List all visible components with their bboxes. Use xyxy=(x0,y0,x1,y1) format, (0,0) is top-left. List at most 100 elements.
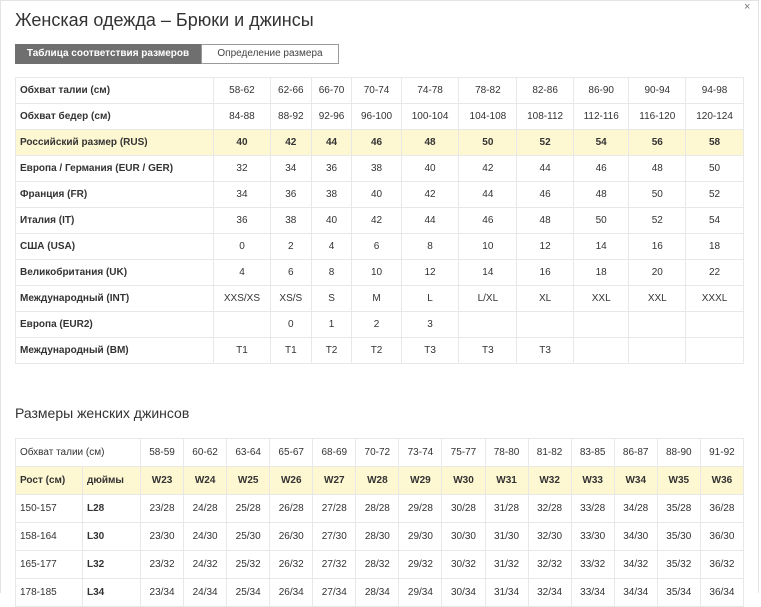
waist-cell: 75-77 xyxy=(441,438,486,467)
table-cell: 66-70 xyxy=(310,77,353,104)
table-cell xyxy=(572,337,630,364)
table-cell: 34/30 xyxy=(613,522,658,551)
table-cell: 40 xyxy=(400,155,460,182)
tab-size-table[interactable]: Таблица соответствия размеров xyxy=(15,44,201,64)
table-row: Европа (EUR2) 0 1 2 3 xyxy=(15,311,744,338)
table-cell: 84-88 xyxy=(213,103,271,130)
waist-label: Обхват талии (см) xyxy=(15,438,141,467)
table-cell: 44 xyxy=(310,129,353,156)
table-cell: 44 xyxy=(516,155,574,182)
table-cell: 28/32 xyxy=(355,550,400,579)
table-row: Европа / Германия (EUR / GER) 32 34 36 38 40 4… xyxy=(15,155,744,182)
table-cell: 35/30 xyxy=(656,522,701,551)
w-size-cell: W27 xyxy=(312,466,357,495)
w-size-cell: W30 xyxy=(441,466,486,495)
table-cell: M xyxy=(351,285,402,312)
table-cell xyxy=(628,311,687,338)
waist-cell: 83-85 xyxy=(570,438,615,467)
table-cell: XXL xyxy=(628,285,687,312)
table-cell: 30/28 xyxy=(441,494,486,523)
table-row: Италия (IT) 36 38 40 42 44 46 48 50 52 54 xyxy=(15,207,744,234)
table-cell: 35/32 xyxy=(656,550,701,579)
table-cell: 112-116 xyxy=(572,103,630,130)
table-cell: 36/32 xyxy=(699,550,745,579)
table-cell: 94-98 xyxy=(685,77,744,104)
table-cell: 86-90 xyxy=(572,77,630,104)
table-cell: 82-86 xyxy=(516,77,574,104)
tab-size-determination[interactable]: Определение размера xyxy=(201,44,339,64)
table-row: 165-177 L32 23/32 24/32 25/32 26/32 27/32 28/32… xyxy=(15,550,745,579)
table-cell: T3 xyxy=(400,337,460,364)
table-row: Обхват талии (см) 58-62 62-66 66-70 70-74 74-… xyxy=(15,77,744,104)
table-cell: 22 xyxy=(685,259,744,286)
table-cell: 40 xyxy=(310,207,353,234)
w-size-cell: W25 xyxy=(226,466,271,495)
row-label: Италия (IT) xyxy=(15,207,214,234)
table-cell: 29/30 xyxy=(398,522,443,551)
table-row: Великобритания (UK) 4 6 8 10 12 14 16 18 20 22 xyxy=(15,259,744,286)
table-cell xyxy=(572,311,630,338)
waist-cell: 70-72 xyxy=(355,438,400,467)
row-label: Международный (BM) xyxy=(15,337,214,364)
table-cell: 28/30 xyxy=(355,522,400,551)
table-cell: L xyxy=(400,285,460,312)
table-cell: T3 xyxy=(458,337,518,364)
table-cell: 23/30 xyxy=(139,522,185,551)
table-cell xyxy=(516,311,574,338)
table-cell: 31/32 xyxy=(484,550,529,579)
table-cell: 62-66 xyxy=(269,77,312,104)
table-cell: 12 xyxy=(516,233,574,260)
table-cell: 54 xyxy=(685,207,744,234)
table-cell: T1 xyxy=(213,337,271,364)
table-cell: 52 xyxy=(628,207,687,234)
table-cell: 25/32 xyxy=(226,550,271,579)
table-cell: 31/28 xyxy=(484,494,529,523)
table-cell: 29/28 xyxy=(398,494,443,523)
jeans-wsize-row: Рост (см) дюймы W23 W24 W25 W26 W27 W28 … xyxy=(15,466,745,495)
waist-cell: 58-59 xyxy=(139,438,185,467)
table-cell: 96-100 xyxy=(351,103,402,130)
table-cell: 38 xyxy=(351,155,402,182)
table-cell: 52 xyxy=(685,181,744,208)
table-cell: 18 xyxy=(572,259,630,286)
table-cell: 0 xyxy=(269,311,312,338)
table-row: США (USA) 0 2 4 6 8 10 12 14 16 18 xyxy=(15,233,744,260)
table-row: 158-164 L30 23/30 24/30 25/30 26/30 27/30 28/30… xyxy=(15,522,745,551)
height-cell: 165-177 xyxy=(15,550,83,579)
table-cell: 33/32 xyxy=(570,550,615,579)
table-cell: 34 xyxy=(269,155,312,182)
table-cell: 32/32 xyxy=(527,550,572,579)
table-cell: 6 xyxy=(351,233,402,260)
table-cell: 28/28 xyxy=(355,494,400,523)
table-cell: 20 xyxy=(628,259,687,286)
w-size-cell: W24 xyxy=(183,466,228,495)
row-label: Обхват талии (см) xyxy=(15,77,214,104)
table-cell: 23/32 xyxy=(139,550,185,579)
w-size-cell: W36 xyxy=(699,466,745,495)
row-label: Российский размер (RUS) xyxy=(15,129,214,156)
height-cell: 158-164 xyxy=(15,522,83,551)
table-cell: 34/32 xyxy=(613,550,658,579)
close-icon[interactable]: × xyxy=(744,1,750,13)
length-cell: L32 xyxy=(82,550,141,579)
page-title: Женская одежда – Брюки и джинсы xyxy=(15,10,314,30)
table-cell: 27/32 xyxy=(312,550,357,579)
table-cell: 4 xyxy=(310,233,353,260)
w-size-cell: W28 xyxy=(355,466,400,495)
w-size-cell: W23 xyxy=(139,466,185,495)
table-cell: 42 xyxy=(400,181,460,208)
size-conversion-table: Обхват талии (см) 58-62 62-66 66-70 70-74 74-… xyxy=(15,77,744,364)
table-cell: 120-124 xyxy=(685,103,744,130)
table-cell: 32 xyxy=(213,155,271,182)
table-cell: 48 xyxy=(516,207,574,234)
table-cell: XXS/XS xyxy=(213,285,271,312)
table-cell: 46 xyxy=(572,155,630,182)
table-cell: 18 xyxy=(685,233,744,260)
table-cell: 25/30 xyxy=(226,522,271,551)
table-cell: 46 xyxy=(351,129,402,156)
table-cell: 31/30 xyxy=(484,522,529,551)
table-cell: 0 xyxy=(213,233,271,260)
table-cell: 10 xyxy=(458,233,518,260)
table-cell: 42 xyxy=(269,129,312,156)
table-cell: 100-104 xyxy=(400,103,460,130)
